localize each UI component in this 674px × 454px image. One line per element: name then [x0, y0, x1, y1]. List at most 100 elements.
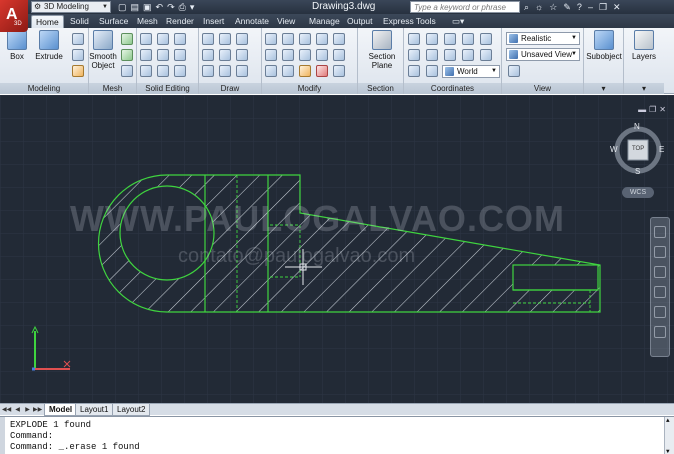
ucs-3point-icon[interactable]	[480, 49, 492, 61]
3d-rotate-icon[interactable]	[265, 49, 277, 61]
array-icon[interactable]	[333, 49, 345, 61]
tab-view[interactable]: View	[273, 15, 299, 28]
help-icon[interactable]: ?	[577, 0, 582, 14]
ucs-dropdown[interactable]: World ▼	[442, 65, 500, 78]
tools-icon[interactable]: ✎	[563, 0, 571, 14]
hatch-icon[interactable]	[219, 65, 231, 77]
tab-surface[interactable]: Surface	[95, 15, 132, 28]
subtract-icon[interactable]	[140, 49, 152, 61]
redo-icon[interactable]: ↷	[167, 0, 175, 14]
steering-wheel-icon[interactable]	[654, 226, 666, 238]
erase-icon[interactable]	[316, 65, 328, 77]
ucs-icon[interactable]	[408, 33, 420, 45]
named-view-dropdown[interactable]: Unsaved View ▼	[506, 48, 580, 61]
viewport-restore-icon[interactable]: ❐	[649, 105, 656, 114]
tab-solid[interactable]: Solid	[66, 15, 93, 28]
mirror-icon[interactable]	[316, 49, 328, 61]
fillet-edge-icon[interactable]	[282, 33, 294, 45]
spline-icon[interactable]	[202, 49, 214, 61]
favorites-icon[interactable]: ☆	[549, 0, 557, 14]
ucs-zaxis-icon[interactable]	[408, 65, 420, 77]
union-icon[interactable]	[140, 33, 152, 45]
extrude-faces-icon[interactable]	[157, 49, 169, 61]
extract-edges-icon[interactable]	[157, 33, 169, 45]
extrude-button[interactable]: Extrude	[34, 30, 64, 61]
workspace-selector[interactable]: ⚙ 3D Modeling ▼	[31, 1, 111, 13]
helix-icon[interactable]	[72, 65, 84, 77]
undo-icon[interactable]: ↶	[156, 0, 164, 14]
save-icon[interactable]: ▣	[143, 0, 152, 14]
section-plane-button[interactable]: Section Plane	[366, 30, 398, 70]
orbit-icon[interactable]	[654, 286, 666, 298]
separate-icon[interactable]	[174, 33, 186, 45]
print-icon[interactable]: ⎙	[179, 0, 186, 14]
tab-model[interactable]: Model	[44, 404, 78, 416]
minimize-icon[interactable]: –	[588, 0, 593, 14]
tab-insert[interactable]: Insert	[199, 15, 228, 28]
polysolid-icon[interactable]	[72, 49, 84, 61]
viewcube-face-top[interactable]: TOP	[632, 146, 644, 152]
copy-icon[interactable]	[299, 49, 311, 61]
tab-home[interactable]: Home	[31, 15, 64, 28]
stretch-icon[interactable]	[333, 33, 345, 45]
next-tab-icon[interactable]: ▶	[23, 405, 32, 415]
box-button[interactable]: Box	[2, 30, 32, 61]
ucs-z-icon[interactable]	[480, 33, 492, 45]
trim-icon[interactable]	[316, 33, 328, 45]
rotate-icon[interactable]	[282, 49, 294, 61]
command-line-grip[interactable]	[0, 417, 5, 454]
layers-button[interactable]: Layers	[628, 30, 660, 61]
offset-icon[interactable]	[299, 65, 311, 77]
rectangle-icon[interactable]	[219, 49, 231, 61]
3d-align-icon[interactable]	[265, 65, 277, 77]
polyline-icon[interactable]	[202, 33, 214, 45]
tab-annotate[interactable]: Annotate	[231, 15, 273, 28]
zoom-icon[interactable]	[654, 266, 666, 278]
ucs-world-icon[interactable]	[426, 33, 438, 45]
viewport-close-icon[interactable]: ✕	[659, 105, 666, 114]
gizmo-move-icon[interactable]	[265, 33, 277, 45]
wcs-menu[interactable]: WCS	[622, 187, 654, 198]
ucs-object-icon[interactable]	[462, 49, 474, 61]
tab-manage[interactable]: Manage	[305, 15, 344, 28]
tab-output[interactable]: Output	[343, 15, 377, 28]
tab-render[interactable]: Render	[162, 15, 198, 28]
subobject-button[interactable]: Subobject	[584, 30, 624, 61]
viewport-config-icon[interactable]	[508, 65, 520, 77]
ucs-face-icon[interactable]	[408, 49, 420, 61]
drawing-area[interactable]: WWW.PAULOGALVAO.COM contato@paulogalvao.…	[0, 95, 674, 403]
communication-icon[interactable]: ☼	[535, 0, 543, 14]
visual-style-dropdown[interactable]: Realistic ▼	[506, 32, 580, 45]
smooth-more-icon[interactable]	[121, 33, 133, 45]
refine-mesh-icon[interactable]	[121, 65, 133, 77]
arc-icon[interactable]	[236, 33, 248, 45]
scale-icon[interactable]	[282, 65, 294, 77]
prev-tab-icon[interactable]: ◀	[13, 405, 22, 415]
command-line[interactable]: EXPLODE 1 found Command: Command: _.eras…	[0, 416, 674, 454]
ellipse-icon[interactable]	[236, 65, 248, 77]
first-tab-icon[interactable]: ◀◀	[2, 405, 11, 415]
restore-icon[interactable]: ❐	[599, 0, 607, 14]
scroll-down-icon[interactable]: ▼	[666, 448, 670, 454]
close-icon[interactable]: ✕	[613, 0, 621, 14]
command-scrollbar[interactable]: ▲ ▼	[664, 417, 674, 454]
navbar-settings-icon[interactable]	[654, 326, 666, 338]
ucs-previous-icon[interactable]	[426, 65, 438, 77]
thicken-icon[interactable]	[174, 65, 186, 77]
new-icon[interactable]: ▢	[118, 0, 127, 14]
ucs-y-icon[interactable]	[462, 33, 474, 45]
polygon-icon[interactable]	[202, 65, 214, 77]
ucs-view-icon[interactable]	[444, 49, 456, 61]
showmotion-icon[interactable]	[654, 306, 666, 318]
ribbon-minimize-toggle[interactable]: ▭▾	[448, 15, 468, 28]
move-icon[interactable]	[299, 33, 311, 45]
tab-layout1[interactable]: Layout1	[75, 404, 114, 416]
last-tab-icon[interactable]: ▶▶	[33, 405, 42, 415]
smooth-less-icon[interactable]	[121, 49, 133, 61]
search-icon[interactable]: ⌕	[524, 0, 529, 14]
smooth-object-button[interactable]: Smooth Object	[89, 30, 117, 70]
intersect-icon[interactable]	[140, 65, 152, 77]
tab-mesh[interactable]: Mesh	[133, 15, 162, 28]
line-icon[interactable]	[219, 33, 231, 45]
ucs-x-icon[interactable]	[444, 33, 456, 45]
